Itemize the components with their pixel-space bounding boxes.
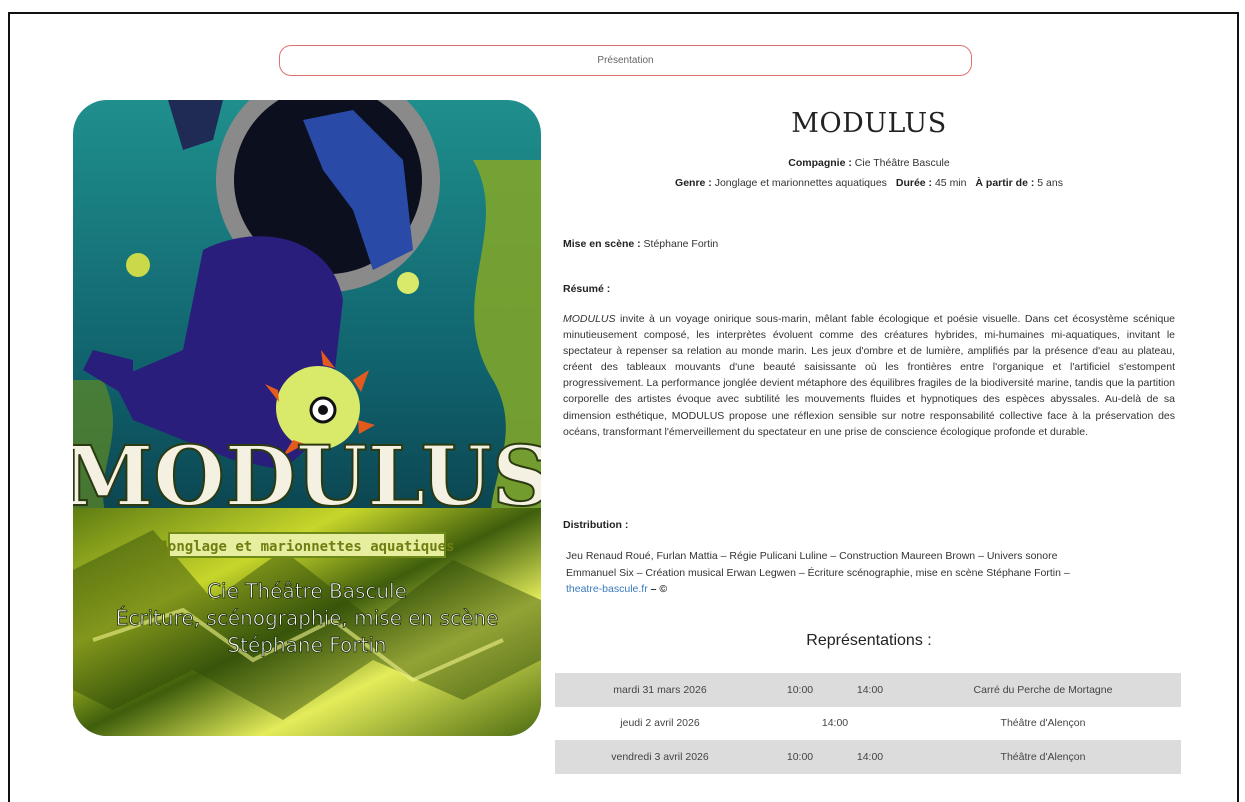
row-date: vendredi 3 avril 2026: [555, 740, 765, 774]
summary-label: Résumé :: [563, 283, 611, 295]
show-poster: MODULUS Jonglage et marionnettes aquatiq…: [73, 100, 541, 736]
poster-company: Cie Théâtre Bascule: [207, 579, 407, 603]
table-row: mardi 31 mars 2026 10:00 14:00 Carré du …: [555, 673, 1181, 707]
row-time: 14:00: [821, 717, 849, 730]
genre-line: Genre : Jonglage et marionnettes aquatiq…: [557, 177, 1181, 189]
distribution-line-1: Jeu Renaud Roué, Furlan Mattia – Régie P…: [566, 550, 1058, 562]
show-title: MODULUS: [791, 108, 947, 139]
age-value: 5 ans: [1037, 177, 1063, 189]
director-label: Mise en scène :: [563, 238, 641, 250]
distribution-heading: Distribution :: [563, 519, 1175, 531]
summary-heading: Résumé :: [563, 283, 1175, 295]
poster-credit-line1: Écriture, scénographie, mise en scène: [116, 606, 499, 630]
row-time: 14:00: [835, 673, 905, 707]
poster-title: MODULUS: [73, 429, 541, 525]
distribution-text: Jeu Renaud Roué, Furlan Mattia – Régie P…: [566, 548, 1178, 598]
duration-label: Durée :: [895, 177, 933, 189]
website-link[interactable]: theatre-bascule.fr: [566, 583, 648, 595]
row-date: jeudi 2 avril 2026: [620, 717, 700, 730]
row-venue: Théâtre d'Alençon: [1000, 717, 1086, 730]
genre-value: Jonglage et marionnettes aquatiques: [714, 177, 887, 189]
company-line: Compagnie : Cie Théâtre Bascule: [557, 157, 1181, 169]
representations-table: mardi 31 mars 2026 10:00 14:00 Carré du …: [555, 673, 1181, 774]
summary-body: invite à un voyage onirique sous-marin, …: [563, 313, 1175, 438]
summary-title: MODULUS: [563, 313, 616, 325]
row-date: mardi 31 mars 2026: [555, 673, 765, 707]
director-line: Mise en scène : Stéphane Fortin: [563, 238, 1175, 250]
presentation-tab[interactable]: Présentation: [279, 45, 972, 76]
table-row: vendredi 3 avril 2026 10:00 14:00 Théâtr…: [555, 740, 1181, 774]
summary-text: MODULUS invite à un voyage onirique sous…: [563, 311, 1175, 440]
distribution-line-3: theatre-bascule.fr – ©: [566, 581, 1178, 598]
distribution-line-2: Emmanuel Six – Création musical Erwan Le…: [566, 566, 1070, 579]
company-label: Compagnie :: [788, 157, 852, 169]
poster-tag: Jonglage et marionnettes aquatiques: [159, 539, 454, 555]
duration-value: 45 min: [934, 177, 967, 189]
row-venue: Carré du Perche de Mortagne: [905, 673, 1181, 707]
age-label: À partir de :: [975, 177, 1035, 189]
company-value: Cie Théâtre Bascule: [854, 157, 950, 169]
row-time: 14:00: [835, 740, 905, 774]
representations-heading: Représentations :: [806, 632, 932, 649]
row-venue: Théâtre d'Alençon: [905, 740, 1181, 774]
distribution-tail: – ©: [647, 583, 668, 595]
distribution-label: Distribution :: [563, 519, 629, 531]
poster-credit-line2: Stéphane Fortin: [227, 633, 386, 657]
genre-label: Genre :: [675, 177, 712, 189]
director-value: Stéphane Fortin: [643, 238, 719, 250]
table-row: jeudi 2 avril 2026 14:00 Théâtre d'Alenç…: [555, 707, 1181, 741]
row-time: 10:00: [765, 673, 835, 707]
row-time: 10:00: [765, 740, 835, 774]
